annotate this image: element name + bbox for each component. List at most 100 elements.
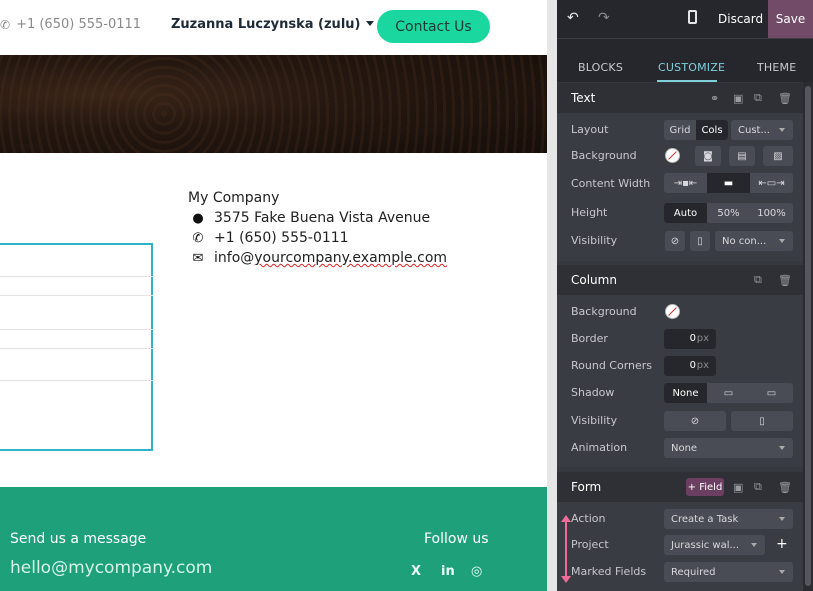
height-100-option[interactable]: 100% [750, 203, 793, 223]
email-line[interactable]: ✉ info@ yourcompany.example.com [190, 250, 447, 266]
mobile-hidden-icon[interactable]: ▯ [731, 411, 793, 431]
shadow-none-option[interactable]: None [664, 383, 707, 403]
linkedin-icon[interactable]: in [441, 564, 455, 579]
visibility-condition-value: No con... [722, 235, 767, 247]
instagram-icon[interactable]: ◎ [471, 564, 482, 579]
user-menu-label: Zuzanna Luczynska (zulu) [171, 17, 361, 32]
contact-form[interactable] [0, 243, 153, 451]
border-label: Border [571, 332, 608, 345]
scrollbar-thumb[interactable] [805, 86, 811, 586]
project-select[interactable]: Jurassic wal... [664, 535, 765, 555]
form-section-title: Form [571, 480, 602, 494]
height-toggle[interactable]: Auto 50% 100% [664, 203, 793, 223]
save-snippet-icon[interactable]: ▣ [733, 92, 743, 105]
x-twitter-icon[interactable]: X [411, 564, 421, 579]
email-prefix: info@ [214, 250, 255, 266]
duplicate-icon[interactable]: ⧉ [754, 480, 762, 494]
save-button[interactable]: Save [768, 0, 813, 38]
duplicate-icon[interactable]: ⧉ [754, 91, 762, 105]
layout-cols-option[interactable]: Cols [696, 120, 728, 140]
project-value: Jurassic wal... [671, 539, 740, 551]
undo-icon[interactable]: ↶ [567, 10, 579, 26]
trash-icon[interactable]: 🗑 [778, 274, 792, 287]
round-corners-input[interactable]: 0 px [664, 356, 716, 376]
site-header: ✆ +1 (650) 555-0111 Zuzanna Luczynska (z… [0, 0, 547, 55]
phone-line: ✆ +1 (650) 555-0111 [190, 230, 349, 246]
discard-button[interactable]: Discard [718, 12, 763, 26]
background-label: Background [571, 149, 637, 162]
visibility-condition-select[interactable]: No con... [715, 231, 793, 251]
column-background-swatch[interactable] [665, 304, 680, 319]
width-small-icon[interactable]: ⇥▪⇤ [664, 173, 707, 193]
layout-custom-value: Cust... [738, 124, 770, 136]
mobile-preview-icon[interactable] [688, 10, 697, 24]
marked-fields-select[interactable]: Required [664, 562, 793, 582]
shadow-outset-icon[interactable]: ▭ [707, 383, 750, 403]
text-section-header: Text ⚭ ▣ ⧉ 🗑 [557, 83, 803, 113]
trash-icon[interactable]: 🗑 [778, 92, 792, 105]
header-phone[interactable]: ✆ +1 (650) 555-0111 [0, 17, 141, 32]
redo-icon[interactable]: ↷ [598, 10, 610, 26]
height-auto-option[interactable]: Auto [664, 203, 707, 223]
text-section-title: Text [571, 91, 596, 105]
action-value: Create a Task [671, 513, 739, 525]
user-menu[interactable]: Zuzanna Luczynska (zulu) [171, 17, 375, 32]
border-width-input[interactable]: 0 px [664, 329, 716, 349]
envelope-icon: ✉ [192, 250, 204, 266]
footer-follow-heading: Follow us [424, 531, 489, 547]
width-regular-icon[interactable]: ▬ [707, 173, 750, 193]
form-field-border [0, 329, 153, 330]
height-50-option[interactable]: 50% [707, 203, 750, 223]
camera-icon[interactable]: ◙ [695, 146, 721, 166]
width-full-icon[interactable]: ⇤▭⇥ [750, 173, 793, 193]
address-text: 3575 Fake Buena Vista Avenue [214, 210, 431, 226]
tab-customize[interactable]: CUSTOMIZE [658, 61, 725, 74]
map-marker-icon: ● [192, 210, 204, 226]
phone-text: +1 (650) 555-0111 [214, 230, 349, 246]
caret-down-icon [366, 21, 375, 26]
background-color-swatch[interactable] [665, 148, 680, 163]
content-width-label: Content Width [571, 177, 651, 190]
screen: { "site": { "phone": "+1 (650) 555-0111"… [0, 0, 813, 591]
form-section-header: Form + Field ▣ ⧉ 🗑 [557, 472, 803, 502]
action-select[interactable]: Create a Task [664, 509, 793, 529]
link-icon[interactable]: ⚭ [710, 92, 719, 105]
shadow-toggle[interactable]: None ▭ ▭ [664, 383, 793, 403]
shadow-inset-icon[interactable]: ▭ [750, 383, 793, 403]
visibility-label: Visibility [571, 234, 618, 247]
tab-blocks[interactable]: BLOCKS [578, 61, 623, 74]
sidebar-scrollbar[interactable] [803, 82, 813, 591]
desktop-hidden-icon[interactable]: ⊘ [665, 231, 685, 251]
content-width-toggle[interactable]: ⇥▪⇤ ▬ ⇤▭⇥ [664, 173, 793, 193]
animation-label: Animation [571, 441, 628, 454]
duplicate-icon[interactable]: ⧉ [754, 273, 762, 287]
layout-grid-option[interactable]: Grid [664, 120, 696, 140]
add-field-button[interactable]: + Field [686, 478, 724, 496]
layout-toggle[interactable]: Grid Cols [664, 120, 728, 140]
desktop-hidden-icon[interactable]: ⊘ [664, 411, 726, 431]
animation-select[interactable]: None [664, 438, 793, 458]
tab-theme[interactable]: THEME [757, 61, 796, 74]
column-section-title: Column [571, 273, 617, 287]
footer-send-heading: Send us a message [10, 531, 147, 547]
round-corners-unit: px [696, 360, 709, 371]
footer-email-link[interactable]: hello@mycompany.com [10, 558, 212, 578]
round-corners-label: Round Corners [571, 359, 653, 372]
save-snippet-icon[interactable]: ▣ [733, 481, 743, 494]
mobile-hidden-icon[interactable]: ▯ [690, 231, 710, 251]
trash-icon[interactable]: 🗑 [778, 481, 792, 494]
project-label: Project [571, 538, 609, 551]
active-tab-indicator [657, 80, 717, 82]
marked-fields-label: Marked Fields [571, 565, 647, 578]
layout-custom-select[interactable]: Cust... [731, 120, 793, 140]
contact-us-button[interactable]: Contact Us [377, 10, 490, 43]
shadow-label: Shadow [571, 386, 615, 399]
column-section-header: Column ⧉ 🗑 [557, 265, 803, 295]
add-project-icon[interactable]: + [776, 536, 788, 552]
dropdown-caret-icon [779, 128, 785, 132]
video-icon[interactable]: ▤ [729, 146, 755, 166]
image-icon[interactable]: ▨ [763, 146, 793, 166]
vertical-resize-arrow-icon [561, 515, 571, 583]
dropdown-caret-icon [751, 543, 757, 547]
marked-fields-value: Required [671, 566, 716, 578]
